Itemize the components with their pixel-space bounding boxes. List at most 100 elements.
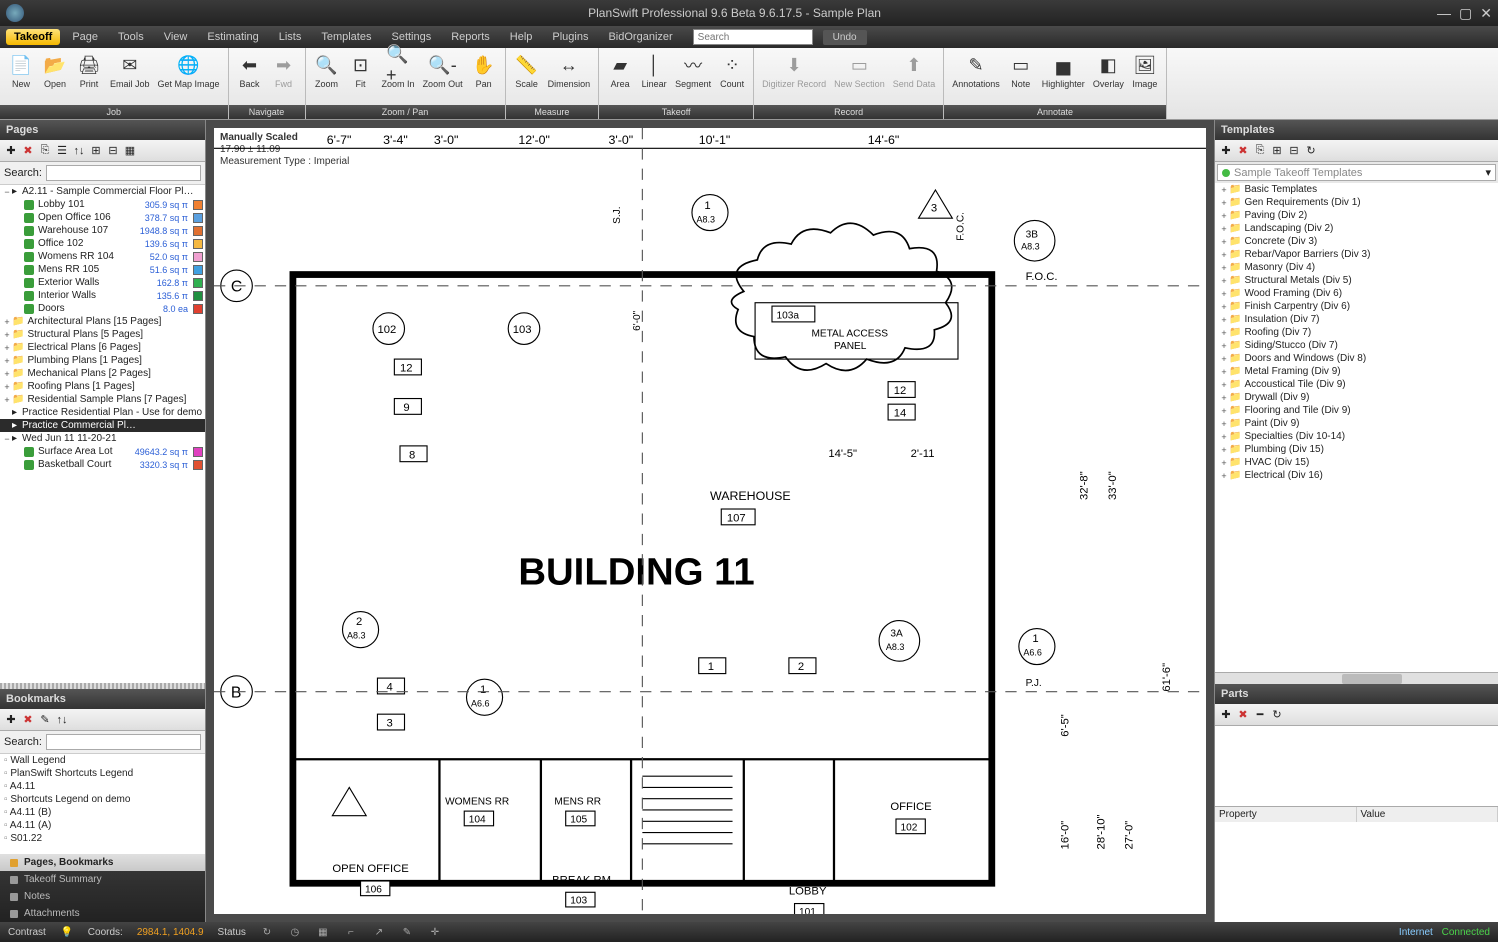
ribbon-highlighter[interactable]: ▅Highlighter (1038, 51, 1089, 102)
bookmark-item[interactable]: ▫ Wall Legend (0, 754, 205, 767)
takeoff-item[interactable]: Office 102139.6 sq π (0, 237, 205, 250)
ribbon-zoom[interactable]: 🔍Zoom (310, 51, 344, 102)
bookmark-item[interactable]: ▫ A4.11 (B) (0, 806, 205, 819)
bookmark-item[interactable]: ▫ S01.22 (0, 832, 205, 845)
menu-lists[interactable]: Lists (271, 29, 310, 45)
ribbon-linear[interactable]: │Linear (637, 51, 671, 102)
takeoff-item[interactable]: Womens RR 10452.0 sq π (0, 250, 205, 263)
grid-icon[interactable]: ▦ (123, 144, 137, 158)
template-folder[interactable]: +📁Paint (Div 9) (1215, 417, 1498, 430)
parts-new-icon[interactable]: ✚ (1219, 708, 1233, 722)
menu-settings[interactable]: Settings (383, 29, 439, 45)
page-row[interactable]: −▸A2.11 - Sample Commercial Floor Pl… (0, 185, 205, 198)
takeoff-item[interactable]: Warehouse 1071948.8 sq π (0, 224, 205, 237)
ribbon-overlay[interactable]: ◧Overlay (1089, 51, 1128, 102)
copy-icon[interactable]: ⎘ (38, 144, 52, 158)
page-row[interactable]: +📁Electrical Plans [6 Pages] (0, 341, 205, 354)
bookmark-item[interactable]: ▫ Shortcuts Legend on demo (0, 793, 205, 806)
bookmark-item[interactable]: ▫ PlanSwift Shortcuts Legend (0, 767, 205, 780)
menu-search-input[interactable] (693, 29, 813, 45)
template-folder[interactable]: +📁Doors and Windows (Div 8) (1215, 352, 1498, 365)
bm-sort-icon[interactable]: ↑↓ (55, 713, 69, 727)
bm-search-input[interactable] (46, 734, 201, 750)
ribbon-print[interactable]: 🖨Print (72, 51, 106, 102)
left-tab-attachments[interactable]: Attachments (0, 905, 205, 922)
templates-tree[interactable]: +📁Basic Templates+📁Gen Requirements (Div… (1215, 183, 1498, 672)
crosshair-icon[interactable]: ✛ (428, 925, 442, 939)
page-row[interactable]: ▸Practice Commercial Pl… (0, 419, 205, 432)
bm-new-icon[interactable]: ✚ (4, 713, 18, 727)
parts-pin-icon[interactable]: ━ (1253, 708, 1267, 722)
tmpl-refresh-icon[interactable]: ↻ (1304, 144, 1318, 158)
ribbon-zoom-in[interactable]: 🔍+Zoom In (378, 51, 419, 102)
undo-button[interactable]: Undo (823, 30, 867, 45)
template-folder[interactable]: +📁Rebar/Vapor Barriers (Div 3) (1215, 248, 1498, 261)
template-folder[interactable]: +📁Structural Metals (Div 5) (1215, 274, 1498, 287)
ribbon-note[interactable]: ▭Note (1004, 51, 1038, 102)
takeoff-item[interactable]: Open Office 106378.7 sq π (0, 211, 205, 224)
page-row[interactable]: +📁Mechanical Plans [2 Pages] (0, 367, 205, 380)
takeoff-item[interactable]: Surface Area Lot49643.2 sq π (0, 445, 205, 458)
rotate-icon[interactable]: ↻ (260, 925, 274, 939)
ribbon-back[interactable]: ⬅Back (233, 51, 267, 102)
maximize-button[interactable]: ▢ (1459, 5, 1472, 22)
bm-del-icon[interactable]: ✖ (21, 713, 35, 727)
ribbon-segment[interactable]: 〰Segment (671, 51, 715, 102)
page-row[interactable]: ▸Practice Residential Plan - Use for dem… (0, 406, 205, 419)
minimize-button[interactable]: — (1437, 5, 1451, 22)
template-folder[interactable]: +📁Metal Framing (Div 9) (1215, 365, 1498, 378)
menu-bidorganizer[interactable]: BidOrganizer (600, 29, 680, 45)
page-row[interactable]: +📁Structural Plans [5 Pages] (0, 328, 205, 341)
takeoff-item[interactable]: Basketball Court3320.3 sq π (0, 458, 205, 471)
menu-help[interactable]: Help (502, 29, 541, 45)
template-selector[interactable]: Sample Takeoff Templates ▾ (1217, 164, 1496, 181)
template-folder[interactable]: +📁Plumbing (Div 15) (1215, 443, 1498, 456)
drawing-canvas[interactable]: Manually Scaled 17.90 ± 11.09 Measuremen… (206, 120, 1214, 922)
menu-view[interactable]: View (156, 29, 196, 45)
ortho-icon[interactable]: ⌐ (344, 925, 358, 939)
new-icon[interactable]: ✚ (4, 144, 18, 158)
template-folder[interactable]: +📁Gen Requirements (Div 1) (1215, 196, 1498, 209)
close-button[interactable]: ✕ (1480, 5, 1492, 22)
ribbon-get-map-image[interactable]: 🌐Get Map Image (154, 51, 224, 102)
template-folder[interactable]: +📁Electrical (Div 16) (1215, 469, 1498, 482)
template-folder[interactable]: +📁Insulation (Div 7) (1215, 313, 1498, 326)
tmpl-del-icon[interactable]: ✖ (1236, 144, 1250, 158)
template-folder[interactable]: +📁Basic Templates (1215, 183, 1498, 196)
template-folder[interactable]: +📁Siding/Stucco (Div 7) (1215, 339, 1498, 352)
delete-icon[interactable]: ✖ (21, 144, 35, 158)
snap-icon[interactable]: ↗ (372, 925, 386, 939)
bulb-icon[interactable]: 💡 (60, 925, 74, 939)
template-folder[interactable]: +📁Drywall (Div 9) (1215, 391, 1498, 404)
left-tab-notes[interactable]: Notes (0, 888, 205, 905)
template-folder[interactable]: +📁Landscaping (Div 2) (1215, 222, 1498, 235)
up-icon[interactable]: ↑↓ (72, 144, 86, 158)
takeoff-item[interactable]: Mens RR 10551.6 sq π (0, 263, 205, 276)
grid-toggle-icon[interactable]: ▦ (316, 925, 330, 939)
template-folder[interactable]: +📁Specialties (Div 10-14) (1215, 430, 1498, 443)
takeoff-item[interactable]: Interior Walls135.6 π (0, 289, 205, 302)
template-folder[interactable]: +📁Paving (Div 2) (1215, 209, 1498, 222)
tmpl-copy-icon[interactable]: ⎘ (1253, 144, 1267, 158)
template-folder[interactable]: +📁HVAC (Div 15) (1215, 456, 1498, 469)
pen-icon[interactable]: ✎ (400, 925, 414, 939)
bookmark-item[interactable]: ▫ A4.11 (0, 780, 205, 793)
collapse-icon[interactable]: ⊟ (106, 144, 120, 158)
ribbon-open[interactable]: 📂Open (38, 51, 72, 102)
left-tab-takeoff-summary[interactable]: Takeoff Summary (0, 871, 205, 888)
template-folder[interactable]: +📁Concrete (Div 3) (1215, 235, 1498, 248)
ribbon-annotations[interactable]: ✎Annotations (948, 51, 1004, 102)
bookmarks-list[interactable]: ▫ Wall Legend▫ PlanSwift Shortcuts Legen… (0, 754, 205, 854)
props-icon[interactable]: ☰ (55, 144, 69, 158)
ribbon-dimension[interactable]: ↔Dimension (544, 51, 595, 102)
bookmark-item[interactable]: ▫ A4.11 (A) (0, 819, 205, 832)
takeoff-item[interactable]: Exterior Walls162.8 π (0, 276, 205, 289)
template-folder[interactable]: +📁Wood Framing (Div 6) (1215, 287, 1498, 300)
menu-page[interactable]: Page (64, 29, 106, 45)
left-tab-pages-bookmarks[interactable]: Pages, Bookmarks (0, 854, 205, 871)
page-row[interactable]: −▸Wed Jun 11 11-20-21 (0, 432, 205, 445)
contrast-label[interactable]: Contrast (8, 927, 46, 938)
bm-edit-icon[interactable]: ✎ (38, 713, 52, 727)
menu-takeoff[interactable]: Takeoff (6, 29, 60, 45)
template-folder[interactable]: +📁Roofing (Div 7) (1215, 326, 1498, 339)
